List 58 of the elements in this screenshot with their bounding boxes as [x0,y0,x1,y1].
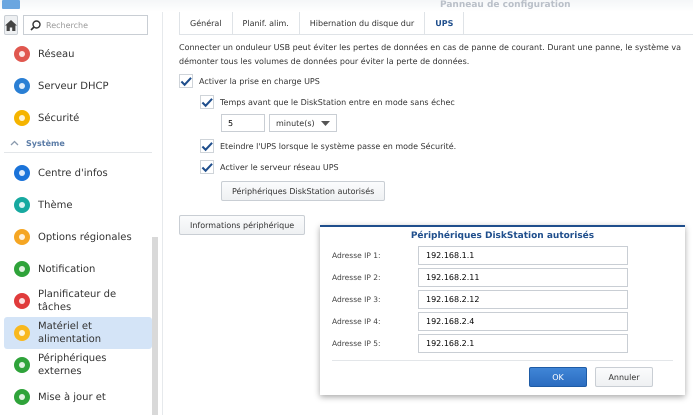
settings-category-icon [13,292,31,310]
authorized-devices-button[interactable]: Périphériques DiskStation autorisés [221,181,386,201]
checkbox[interactable] [200,139,214,153]
settings-category-icon [13,77,31,95]
checkbox[interactable] [200,95,214,109]
tab[interactable]: Général [179,12,233,34]
ip-address-field[interactable]: 192.168.1.1 [418,246,628,265]
sidebar-item[interactable]: Centre d'infos [4,157,152,189]
sidebar-item[interactable]: Matériel et alimentation [4,317,152,349]
ip-address-field[interactable]: 192.168.2.11 [418,268,628,287]
checkbox-label: Activer le serveur réseau UPS [220,162,339,172]
checkbox-label: Activer la prise en charge UPS [199,76,320,86]
dialog-title: Périphériques DiskStation autorisés [410,230,596,243]
settings-category-icon [13,164,31,182]
checkbox[interactable] [200,160,214,174]
window-title: Panneau de configuration [440,0,571,11]
ok-button[interactable]: OK [529,367,587,387]
search-field[interactable]: Recherche [23,15,148,35]
caret-icon [321,120,330,126]
search-icon [30,20,41,31]
chevron-icon [10,140,19,146]
tab[interactable]: UPS [425,12,464,34]
description-text: démonter tous les volumes de données pour éviter la perte de données. [179,57,470,66]
sidebar-item[interactable]: Périphériques externes [4,349,152,381]
settings-category-icon [13,260,31,278]
settings-category-icon [13,388,31,406]
sidebar-item[interactable]: Planificateur de tâches [4,285,152,317]
unit-dropdown[interactable]: minute(s) [269,114,337,132]
settings-category-icon [13,324,31,342]
ip-address-field[interactable]: 192.168.2.1 [418,334,628,353]
home-button[interactable] [4,15,18,35]
cancel-button[interactable]: Annuler [595,367,653,387]
description-text: Connecter un onduleur USB peut éviter les pertes de données en cas de panne de courant. Durant une panne, le système va [179,43,682,52]
sidebar-item[interactable]: Thème [4,189,152,221]
sidebar-item[interactable]: Options régionales [4,221,152,253]
ip-address-field[interactable]: 192.168.2.4 [418,312,628,331]
device-info-button[interactable]: Informations périphérique [179,215,306,235]
checkbox[interactable] [179,74,193,88]
sidebar-item[interactable]: Mise à jour et [4,381,152,413]
section-header[interactable]: Système [4,134,152,153]
settings-category-icon [13,356,31,374]
scrollbar[interactable] [152,237,158,415]
sidebar-item[interactable]: Sécurité [4,102,152,134]
tab[interactable]: Hibernation du disque dur [300,12,426,34]
settings-category-icon [13,196,31,214]
sidebar-item[interactable]: Réseau [4,38,152,70]
tab[interactable]: Planif. alim. [232,12,300,34]
sidebar-item[interactable]: Notification [4,253,152,285]
checkbox-label: Eteindre l'UPS lorsque le système passe en mode Sécurité. [220,142,456,150]
app-icon [2,0,20,9]
home-icon [5,20,17,30]
number-field[interactable]: 5 [221,114,265,132]
settings-category-icon [13,45,31,63]
ip-address-field[interactable]: 192.168.2.12 [418,290,628,309]
sidebar-item[interactable]: Serveur DHCP [4,70,152,102]
checkbox-label: Temps avant que le DiskStation entre en mode sans échec [220,98,455,106]
settings-category-icon [13,109,31,127]
settings-category-icon [13,228,31,246]
